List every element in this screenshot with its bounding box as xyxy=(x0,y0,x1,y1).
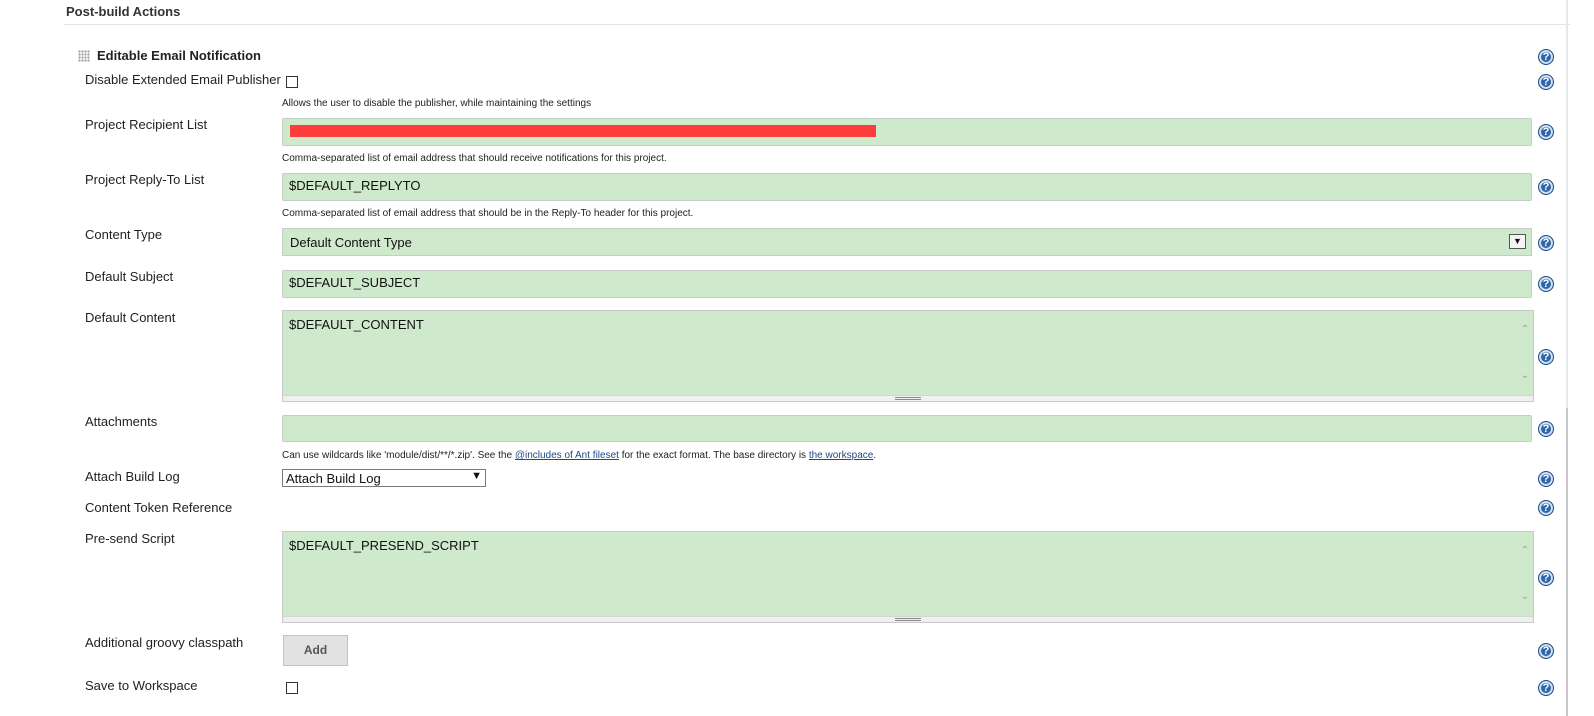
recipient-list-label: Project Recipient List xyxy=(85,117,208,132)
help-icon[interactable]: ? xyxy=(1538,680,1554,696)
help-icon[interactable]: ? xyxy=(1538,570,1554,586)
section-divider xyxy=(64,24,1570,25)
reply-to-label: Project Reply-To List xyxy=(85,172,205,187)
content-type-value: Default Content Type xyxy=(290,235,412,250)
presend-script-textarea[interactable]: $DEFAULT_PRESEND_SCRIPT xyxy=(283,532,1515,616)
save-to-workspace-checkbox[interactable] xyxy=(286,682,298,694)
block-title: Editable Email Notification xyxy=(97,48,261,63)
default-content-textarea-wrap: $DEFAULT_CONTENT ⌃ ⌄ xyxy=(282,310,1534,402)
chevron-up-icon[interactable]: ⌃ xyxy=(1520,325,1530,335)
disable-publisher-description: Allows the user to disable the publisher… xyxy=(282,98,592,109)
disable-publisher-checkbox[interactable] xyxy=(286,76,298,88)
help-icon[interactable]: ? xyxy=(1538,235,1554,251)
textarea-resize-handle[interactable] xyxy=(283,395,1533,401)
default-subject-label: Default Subject xyxy=(85,269,174,284)
default-subject-input[interactable]: $DEFAULT_SUBJECT xyxy=(282,270,1532,298)
attachments-description: Can use wildcards like 'module/dist/**/*… xyxy=(282,450,877,461)
attachments-label: Attachments xyxy=(85,414,158,429)
presend-script-label: Pre-send Script xyxy=(85,531,175,546)
help-icon[interactable]: ? xyxy=(1538,421,1554,437)
help-icon[interactable]: ? xyxy=(1538,124,1554,140)
textarea-scrollbar[interactable]: ⌃ ⌄ xyxy=(1517,532,1533,616)
content-token-reference-label: Content Token Reference xyxy=(85,500,233,515)
reply-to-input[interactable]: $DEFAULT_REPLYTO xyxy=(282,173,1532,201)
default-content-textarea[interactable]: $DEFAULT_CONTENT xyxy=(283,311,1515,395)
content-type-label: Content Type xyxy=(85,227,163,242)
groovy-classpath-label: Additional groovy classpath xyxy=(85,635,244,650)
content-type-select[interactable]: Default Content Type ▼ xyxy=(282,228,1532,256)
textarea-resize-handle[interactable] xyxy=(283,616,1533,622)
help-icon[interactable]: ? xyxy=(1538,471,1554,487)
chevron-down-icon[interactable]: ▼ xyxy=(471,470,482,482)
add-classpath-button[interactable]: Add xyxy=(283,635,348,666)
page-scrollbar-thumb[interactable] xyxy=(1566,408,1568,716)
attach-build-log-label: Attach Build Log xyxy=(85,469,180,484)
help-icon[interactable]: ? xyxy=(1538,179,1554,195)
default-content-label: Default Content xyxy=(85,310,176,325)
recipient-list-description: Comma-separated list of email address th… xyxy=(282,153,667,164)
help-icon[interactable]: ? xyxy=(1538,276,1554,292)
chevron-down-icon[interactable]: ⌄ xyxy=(1520,592,1530,602)
chevron-down-icon[interactable]: ⌄ xyxy=(1520,371,1530,381)
drag-handle-icon[interactable] xyxy=(78,50,90,62)
disable-publisher-label: Disable Extended Email Publisher xyxy=(85,72,281,87)
section-title: Post-build Actions xyxy=(66,4,181,19)
presend-script-textarea-wrap: $DEFAULT_PRESEND_SCRIPT ⌃ ⌄ xyxy=(282,531,1534,623)
ant-fileset-link[interactable]: @includes of Ant fileset xyxy=(515,450,619,461)
chevron-down-icon[interactable]: ▼ xyxy=(1509,234,1526,249)
attach-build-log-value: Attach Build Log xyxy=(286,471,381,486)
attachments-input[interactable] xyxy=(282,415,1532,442)
help-icon[interactable]: ? xyxy=(1538,74,1554,90)
help-icon[interactable]: ? xyxy=(1538,643,1554,659)
chevron-up-icon[interactable]: ⌃ xyxy=(1520,546,1530,556)
resize-grip-icon xyxy=(895,618,921,621)
workspace-link[interactable]: the workspace xyxy=(809,450,873,461)
save-to-workspace-label: Save to Workspace xyxy=(85,678,198,693)
help-icon[interactable]: ? xyxy=(1538,49,1554,65)
reply-to-description: Comma-separated list of email address th… xyxy=(282,208,694,219)
help-icon[interactable]: ? xyxy=(1538,349,1554,365)
resize-grip-icon xyxy=(895,397,921,400)
redacted-value xyxy=(290,125,876,137)
help-icon[interactable]: ? xyxy=(1538,500,1554,516)
attach-build-log-select[interactable]: Attach Build Log ▼ xyxy=(282,469,486,487)
textarea-scrollbar[interactable]: ⌃ ⌄ xyxy=(1517,311,1533,395)
